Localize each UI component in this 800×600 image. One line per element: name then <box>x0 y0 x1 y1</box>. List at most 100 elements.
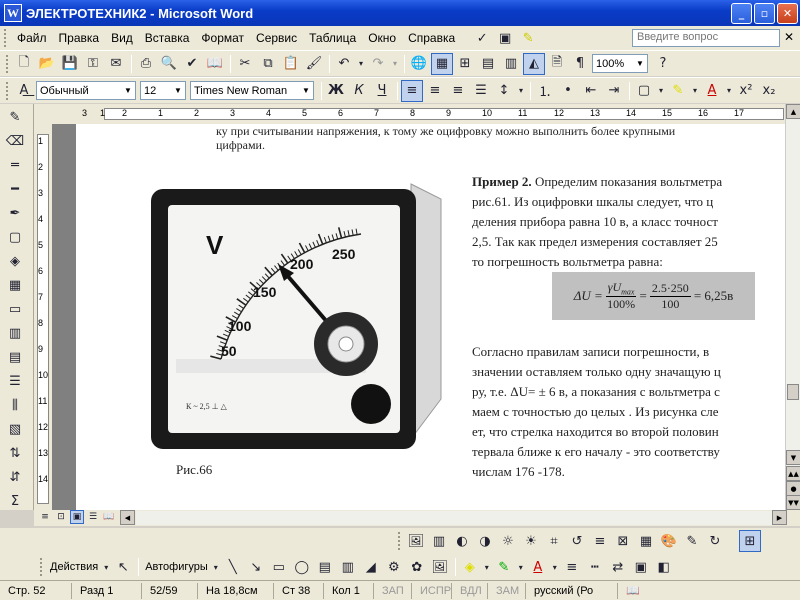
line-style-icon[interactable]: ≡ <box>561 556 583 578</box>
highlight-dropdown-icon[interactable]: ▾ <box>690 80 700 102</box>
vertical-text-box-icon[interactable]: ▥ <box>337 556 359 578</box>
increase-indent-icon[interactable]: ⇥ <box>603 80 625 102</box>
picture-toolbar-grip[interactable] <box>398 532 402 550</box>
chevron-down-icon[interactable]: ▼ <box>171 82 185 99</box>
scroll-down-icon[interactable]: ▼ <box>786 450 800 465</box>
italic-button[interactable]: К <box>348 80 370 102</box>
menu-view[interactable]: Вид <box>105 31 139 45</box>
chevron-down-icon[interactable]: ▼ <box>633 55 647 72</box>
menu-tools[interactable]: Сервис <box>250 31 303 45</box>
hyperlink-icon[interactable]: 🌐 <box>408 53 430 75</box>
redo-icon[interactable]: ↷ <box>367 53 389 75</box>
text-box-icon[interactable]: ▤ <box>314 556 336 578</box>
next-page-icon[interactable]: ▼▼ <box>786 495 800 510</box>
doc-close-icon[interactable]: ✕ <box>784 30 794 44</box>
scroll-thumb[interactable] <box>787 384 799 400</box>
chevron-down-icon[interactable]: ▾ <box>101 556 111 578</box>
chevron-down-icon[interactable]: ▾ <box>211 556 221 578</box>
redo-dropdown-icon[interactable]: ▾ <box>390 53 400 75</box>
open-folder-icon[interactable]: 📂 <box>36 53 58 75</box>
numbering-icon[interactable]: ⒈ <box>534 80 556 102</box>
font-color-icon[interactable]: A <box>527 556 549 578</box>
bold-button[interactable]: Ж <box>325 80 347 102</box>
subscript-icon[interactable]: x₂ <box>758 80 780 102</box>
color-picture-icon[interactable]: ▥ <box>428 530 450 552</box>
pencil-icon[interactable]: ✎ <box>3 106 27 128</box>
menu-grip[interactable] <box>4 29 8 47</box>
close-button[interactable]: ✕ <box>777 2 798 24</box>
horizontal-ruler[interactable]: 3 1 2 1 2 3 4 5 6 7 8 9 10 11 12 13 14 1… <box>34 104 800 124</box>
align-left-icon[interactable]: ≡ <box>401 79 423 102</box>
align-center-icon[interactable]: ≡ <box>424 80 446 102</box>
borders-icon[interactable]: ▢ <box>633 80 655 102</box>
border-color-icon[interactable]: ✒ <box>3 202 27 224</box>
crop-icon[interactable]: ⌗ <box>543 530 565 552</box>
reset-picture-icon[interactable]: ↻ <box>704 530 726 552</box>
chevron-down-icon[interactable]: ▾ <box>482 556 492 578</box>
draw-actions-menu[interactable]: Действия <box>47 561 101 573</box>
less-brightness-icon[interactable]: ☀ <box>520 530 542 552</box>
align-cell-icon[interactable]: ▤ <box>3 346 27 368</box>
borders-dropdown-icon[interactable]: ▾ <box>656 80 666 102</box>
prev-page-icon[interactable]: ▲▲ <box>786 466 800 481</box>
rectangle-icon[interactable]: ▭ <box>268 556 290 578</box>
arrow-icon[interactable]: ↘ <box>245 556 267 578</box>
picture-icon[interactable]: 🖼 <box>429 556 451 578</box>
set-transparent-icon[interactable]: ✎ <box>681 530 703 552</box>
format-picture-icon[interactable]: 🎨 <box>658 530 680 552</box>
styles-pane-icon[interactable]: A͟ <box>13 80 35 102</box>
line-style-icon[interactable]: ═ <box>3 154 27 176</box>
menu-insert[interactable]: Вставка <box>139 31 196 45</box>
menu-help[interactable]: Справка <box>402 31 461 45</box>
document-page[interactable]: ку при считывании напряжения, к тому же … <box>76 124 785 510</box>
menu-edit[interactable]: Правка <box>53 31 106 45</box>
font-color-dropdown-icon[interactable]: ▾ <box>724 80 734 102</box>
format-painter-icon[interactable]: ✓ <box>471 27 493 49</box>
drawing-icon[interactable]: ◭ <box>523 52 545 75</box>
merge-cells-icon[interactable]: ▭ <box>3 298 27 320</box>
zoom-select[interactable]: 100% ▼ <box>592 54 648 73</box>
align-right-icon[interactable]: ≡ <box>447 80 469 102</box>
autoshapes-menu[interactable]: Автофигуры <box>142 561 211 573</box>
formatting-toolbar-grip[interactable] <box>6 81 10 100</box>
scroll-track[interactable] <box>136 511 772 525</box>
chevron-down-icon[interactable]: ▼ <box>121 82 135 99</box>
word-app-icon[interactable]: W <box>4 4 22 22</box>
undo-dropdown-icon[interactable]: ▾ <box>356 53 366 75</box>
insert-picture-icon[interactable]: 🖼 <box>405 530 427 552</box>
menu-window[interactable]: Окно <box>362 31 402 45</box>
status-extend[interactable]: ВДЛ <box>452 582 488 599</box>
more-contrast-icon[interactable]: ◐ <box>451 530 473 552</box>
chevron-down-icon[interactable]: ▼ <box>299 82 313 99</box>
font-size-select[interactable]: 12 ▼ <box>140 81 186 100</box>
fill-color-icon[interactable]: ◈ <box>459 556 481 578</box>
new-document-icon[interactable]: 🗋 <box>13 53 35 75</box>
outside-border-icon[interactable]: ▢ <box>3 226 27 248</box>
cut-icon[interactable]: ✂ <box>234 53 256 75</box>
decrease-indent-icon[interactable]: ⇤ <box>580 80 602 102</box>
reading-view-icon[interactable]: 📖 <box>102 510 116 524</box>
compress-icon[interactable]: ⊠ <box>612 530 634 552</box>
line-weight-icon[interactable]: ━ <box>3 178 27 200</box>
insert-table-icon[interactable]: ⊞ <box>454 53 476 75</box>
copy-icon[interactable]: ⧉ <box>257 53 279 75</box>
line-spacing-icon[interactable]: ↕ <box>493 80 515 102</box>
show-formatting-icon[interactable]: ¶ <box>569 53 591 75</box>
vertical-ruler[interactable]: 1 2 3 4 5 6 7 8 9 10 11 12 13 14 <box>34 124 52 510</box>
print-icon[interactable]: ⎙ <box>135 53 157 75</box>
paste-icon[interactable]: 📋 <box>280 53 302 75</box>
scroll-right-icon[interactable]: ▶ <box>772 510 787 525</box>
document-map-icon[interactable]: 🗎 <box>546 53 568 75</box>
sort-descending-icon[interactable]: ⇵ <box>3 466 27 488</box>
chevron-down-icon[interactable]: ▾ <box>516 556 526 578</box>
document-area[interactable]: ку при считывании напряжения, к тому же … <box>52 124 785 510</box>
superscript-icon[interactable]: x² <box>735 80 757 102</box>
scroll-left-icon[interactable]: ◀ <box>120 510 135 525</box>
justify-icon[interactable]: ☰ <box>470 80 492 102</box>
highlight-menu-icon[interactable]: ✎ <box>517 27 539 49</box>
save-icon[interactable]: 💾 <box>59 53 81 75</box>
wordart-icon[interactable]: ◢ <box>360 556 382 578</box>
browse-object-icon[interactable]: ● <box>786 481 800 496</box>
maximize-button[interactable]: ▫ <box>754 2 775 24</box>
menu-file[interactable]: Файл <box>11 31 53 45</box>
